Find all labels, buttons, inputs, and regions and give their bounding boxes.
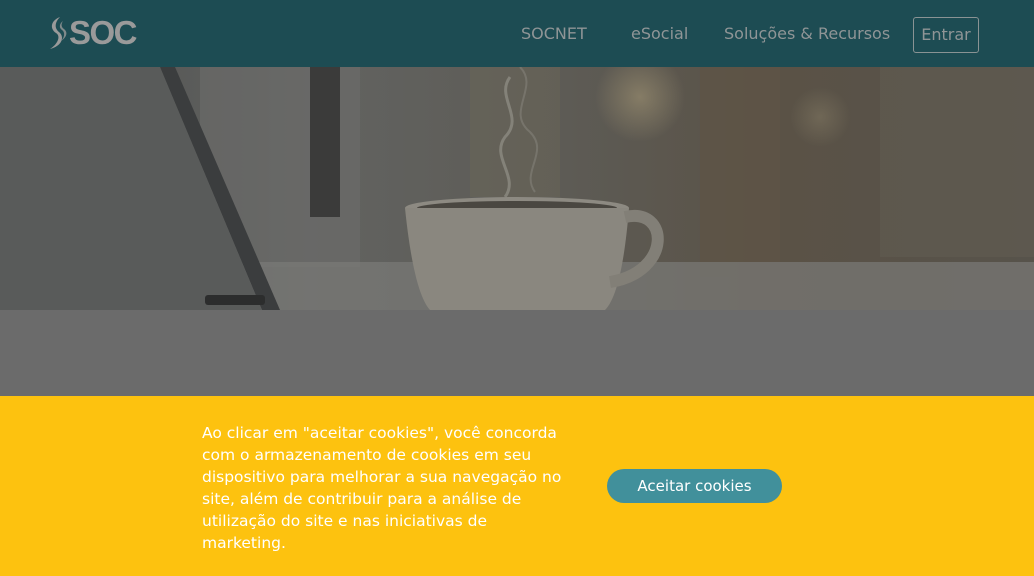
cookie-banner: Ao clicar em "aceitar cookies", você con… — [0, 396, 1034, 576]
nav-solucoes-recursos[interactable]: Soluções & Recursos — [724, 24, 890, 43]
nav-socnet[interactable]: SOCNET — [521, 24, 587, 43]
logo-swirl-icon — [50, 17, 67, 49]
logo-text: SOC — [69, 14, 138, 51]
accept-cookies-button[interactable]: Aceitar cookies — [607, 469, 782, 503]
content-area — [0, 310, 1034, 396]
login-button[interactable]: Entrar — [913, 17, 979, 53]
nav-esocial[interactable]: eSocial — [631, 24, 688, 43]
coffee-cup-photo — [0, 67, 1034, 310]
hero-image — [0, 67, 1034, 310]
page: SOC SOCNET eSocial Soluções & Recursos E… — [0, 0, 1034, 576]
site-header: SOC SOCNET eSocial Soluções & Recursos E… — [0, 0, 1034, 67]
cookie-message: Ao clicar em "aceitar cookies", você con… — [202, 424, 562, 552]
logo[interactable]: SOC — [46, 13, 138, 53]
